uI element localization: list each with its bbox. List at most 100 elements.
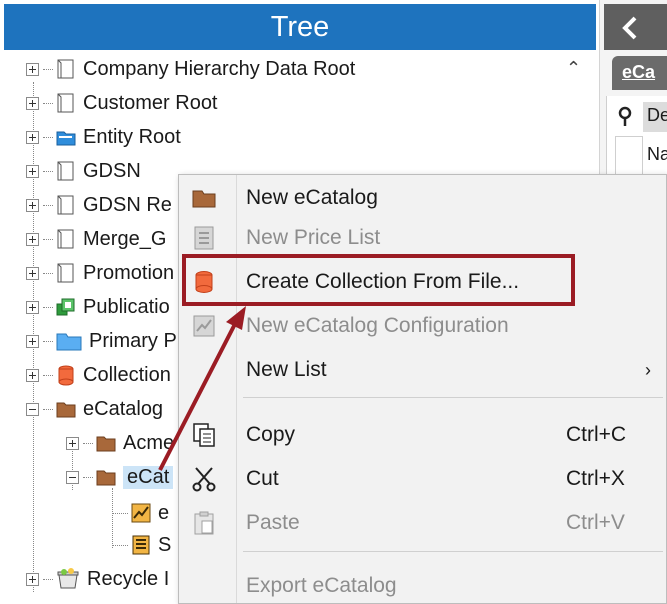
cell-value[interactable]: Na bbox=[647, 144, 667, 165]
expand-icon[interactable] bbox=[26, 130, 39, 144]
tree-item-label: S bbox=[158, 533, 172, 556]
tree-item-merge[interactable]: Merge_G bbox=[26, 224, 166, 254]
menu-item-paste[interactable]: Paste Ctrl+V bbox=[179, 504, 666, 542]
tree-item-ecat-selected[interactable]: eCat bbox=[66, 462, 174, 492]
row-selector[interactable] bbox=[615, 136, 643, 178]
context-menu: New eCatalog New Price List Create Colle… bbox=[178, 174, 667, 604]
tree-item-ecatalog[interactable]: eCatalog bbox=[26, 394, 163, 424]
tree-item-label: eCatalog bbox=[83, 397, 164, 420]
tree-item-label: Collection bbox=[83, 363, 171, 386]
menu-shortcut: Ctrl+C bbox=[566, 423, 627, 446]
menu-item-label: New Price List bbox=[246, 226, 381, 249]
recycle-bin-icon bbox=[57, 568, 79, 589]
expand-icon[interactable] bbox=[26, 266, 39, 280]
menu-item-label: Export eCatalog bbox=[246, 574, 397, 597]
menu-item-new-list[interactable]: New List › bbox=[179, 351, 666, 389]
menu-item-cut[interactable]: Cut Ctrl+X bbox=[179, 460, 666, 498]
ecatalog-config-icon bbox=[193, 315, 215, 337]
tree-item-primary[interactable]: Primary P bbox=[26, 326, 177, 356]
tree-item-label: Merge_G bbox=[83, 227, 167, 250]
tree-item-label: Primary P bbox=[89, 329, 177, 352]
page-icon bbox=[57, 161, 74, 181]
brown-folder-icon bbox=[56, 402, 76, 418]
menu-item-label: Paste bbox=[246, 511, 300, 534]
tree-item-label: Recycle I bbox=[87, 567, 170, 590]
back-button[interactable] bbox=[616, 14, 644, 42]
price-list-icon bbox=[194, 226, 214, 250]
tree-title: Tree bbox=[4, 4, 596, 50]
expand-icon[interactable] bbox=[26, 368, 39, 382]
highlight-box bbox=[182, 254, 575, 306]
brown-folder-icon bbox=[96, 470, 116, 486]
column-header[interactable]: De bbox=[643, 102, 667, 132]
blue-folder-icon bbox=[56, 131, 76, 146]
tree-item-company-hierarchy[interactable]: Company Hierarchy Data Root bbox=[26, 54, 355, 84]
expand-icon[interactable] bbox=[26, 232, 39, 246]
expand-icon[interactable] bbox=[26, 572, 39, 586]
menu-item-label: Cut bbox=[246, 467, 279, 490]
menu-item-new-ecatalog[interactable]: New eCatalog bbox=[179, 179, 666, 217]
tab-ecatalog[interactable]: eCa bbox=[612, 56, 667, 90]
menu-separator bbox=[243, 551, 663, 552]
expand-icon[interactable] bbox=[26, 96, 39, 110]
menu-item-export-ecatalog[interactable]: Export eCatalog bbox=[179, 567, 666, 604]
page-icon bbox=[57, 59, 74, 79]
expand-icon[interactable] bbox=[26, 62, 39, 76]
expand-icon[interactable] bbox=[26, 164, 39, 178]
tree-item-label: Entity Root bbox=[83, 125, 181, 148]
details-header bbox=[604, 4, 667, 50]
collapse-icon[interactable] bbox=[26, 402, 39, 416]
tree-item-label: Promotion bbox=[83, 261, 175, 284]
page-icon bbox=[57, 263, 74, 283]
menu-item-new-price-list[interactable]: New Price List bbox=[179, 219, 666, 257]
expand-icon[interactable] bbox=[26, 334, 39, 348]
tree-item-publication[interactable]: Publicatio bbox=[26, 292, 170, 322]
submenu-arrow-icon: › bbox=[645, 359, 651, 380]
tree-item-label: GDSN bbox=[83, 159, 141, 182]
tree-item-customer-root[interactable]: Customer Root bbox=[26, 88, 218, 118]
tree-item-label: Company Hierarchy Data Root bbox=[83, 57, 356, 80]
chevron-left-icon bbox=[622, 16, 637, 40]
page-icon bbox=[57, 229, 74, 249]
tree-item-recycle[interactable]: Recycle I bbox=[26, 564, 169, 594]
menu-item-copy[interactable]: Copy Ctrl+C bbox=[179, 416, 666, 454]
blue-folder-icon bbox=[56, 333, 82, 351]
menu-item-label: Copy bbox=[246, 423, 296, 446]
pin-icon[interactable] bbox=[617, 106, 633, 128]
tree-item-gdsn[interactable]: GDSN bbox=[26, 156, 141, 186]
expand-icon[interactable] bbox=[66, 436, 79, 450]
tree-item-gdsn-re[interactable]: GDSN Re bbox=[26, 190, 172, 220]
expand-icon[interactable] bbox=[26, 300, 39, 314]
page-icon bbox=[57, 93, 74, 113]
tree-item-label: Acme bbox=[123, 431, 175, 454]
brown-folder-icon bbox=[192, 190, 216, 208]
copy-icon bbox=[193, 423, 215, 447]
menu-shortcut: Ctrl+X bbox=[566, 467, 625, 490]
tree-item-label: GDSN Re bbox=[83, 193, 172, 216]
tree-item-collection[interactable]: Collection bbox=[26, 360, 171, 390]
expand-icon[interactable] bbox=[26, 198, 39, 212]
orange-collection-icon bbox=[58, 365, 74, 386]
tree-item-label: e bbox=[158, 501, 170, 524]
brown-folder-icon bbox=[96, 436, 116, 452]
tree-item-price-list[interactable]: S bbox=[112, 530, 171, 560]
menu-item-label: New List bbox=[246, 358, 327, 381]
tree-item-label: eCat bbox=[123, 465, 174, 489]
paste-icon bbox=[194, 511, 214, 535]
collapse-icon[interactable] bbox=[66, 470, 79, 484]
menu-shortcut: Ctrl+V bbox=[566, 511, 625, 534]
tree-item-acme[interactable]: Acme bbox=[66, 428, 174, 458]
scissors-icon bbox=[192, 467, 216, 492]
green-publication-icon bbox=[56, 298, 75, 316]
tree-item-promotion[interactable]: Promotion bbox=[26, 258, 174, 288]
menu-separator bbox=[243, 397, 663, 398]
menu-item-label: New eCatalog Configuration bbox=[246, 314, 509, 337]
tree-item-ecatalog-config[interactable]: e bbox=[112, 498, 169, 528]
tree-item-entity-root[interactable]: Entity Root bbox=[26, 122, 181, 152]
tree-item-label: Customer Root bbox=[83, 91, 218, 114]
menu-item-new-ecatalog-configuration[interactable]: New eCatalog Configuration bbox=[179, 307, 666, 345]
price-list-icon bbox=[132, 535, 150, 555]
tree-item-label: Publicatio bbox=[83, 295, 170, 318]
ecatalog-config-icon bbox=[131, 503, 151, 523]
page-icon bbox=[57, 195, 74, 215]
